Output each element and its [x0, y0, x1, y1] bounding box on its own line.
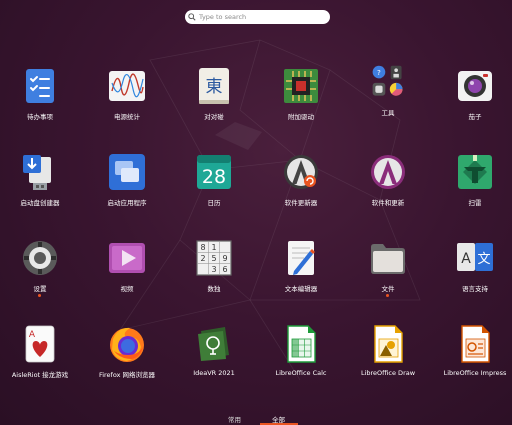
- app-label: 附加驱动: [288, 113, 314, 121]
- app-label: 工具: [381, 109, 395, 117]
- search-input[interactable]: [199, 11, 319, 23]
- app-sudoku[interactable]: 8 1 2 5 9 3 6 数独: [171, 239, 257, 309]
- running-indicator: [38, 294, 41, 297]
- tab-frequent[interactable]: 常用: [228, 414, 241, 424]
- app-libreoffice-calc[interactable]: LibreOffice Calc: [258, 325, 344, 395]
- app-todo[interactable]: 待办事项: [0, 67, 83, 137]
- sudoku-cell: 3: [211, 265, 216, 274]
- app-firefox[interactable]: Firefox 网络浏览器: [84, 325, 170, 395]
- sudoku-cell: 9: [222, 254, 227, 263]
- view-switcher: 常用 全部: [0, 412, 512, 425]
- app-label: Firefox 网络浏览器: [98, 371, 156, 379]
- power-chart-icon: [109, 71, 145, 101]
- app-label: LibreOffice Draw: [360, 369, 416, 377]
- translate-icon: A 文: [457, 243, 493, 271]
- windows-stack-icon: [109, 154, 145, 190]
- app-cheese[interactable]: 茄子: [432, 67, 512, 137]
- app-folder-tools[interactable]: ? 工具: [345, 63, 431, 133]
- sudoku-cell: 6: [222, 265, 227, 274]
- software-properties-icon: [371, 155, 405, 189]
- chip-icon: [284, 69, 318, 103]
- app-label: 茄子: [468, 113, 482, 121]
- sudoku-cell: 2: [200, 254, 205, 263]
- libreoffice-impress-icon: [461, 325, 490, 363]
- app-label: 对对碰: [204, 113, 224, 121]
- app-label: 日历: [207, 199, 221, 207]
- software-updater-icon: [284, 155, 318, 189]
- app-software-properties[interactable]: 软件和更新: [345, 153, 431, 223]
- text-editor-icon: [288, 241, 315, 275]
- ideavr-icon: [198, 327, 229, 361]
- app-label: 待办事项: [27, 113, 53, 121]
- app-language-support[interactable]: A 文 语言支持: [432, 239, 512, 309]
- app-label: 文本编辑器: [284, 285, 318, 293]
- usb-drive-icon: [23, 155, 51, 190]
- sudoku-grid-icon: 8 1 2 5 9 3 6: [196, 240, 232, 276]
- app-label: 数独: [207, 285, 221, 293]
- app-startup-disk-creator[interactable]: 启动盘创建器: [0, 153, 83, 223]
- libreoffice-draw-icon: [374, 325, 403, 363]
- app-settings[interactable]: 设置: [0, 239, 83, 309]
- app-additional-drivers[interactable]: 附加驱动: [258, 67, 344, 137]
- app-files[interactable]: 文件: [345, 239, 431, 309]
- app-label: 电源统计: [114, 113, 140, 121]
- app-libreoffice-impress[interactable]: LibreOffice Impress: [432, 325, 512, 395]
- app-label: IdeaVR 2021: [193, 369, 235, 377]
- calendar-icon: 28: [197, 155, 231, 189]
- app-text-editor[interactable]: 文本编辑器: [258, 239, 344, 309]
- webcam-icon: [458, 71, 492, 101]
- app-label: 启动应用程序: [107, 199, 147, 207]
- firefox-icon: [110, 327, 144, 362]
- app-label: 软件更新器: [284, 199, 318, 207]
- sudoku-cell: 5: [211, 254, 216, 263]
- cjk-glyph: 文: [477, 252, 490, 267]
- playing-card-icon: A: [25, 325, 55, 363]
- app-label: 启动盘创建器: [20, 199, 60, 207]
- gear-icon: [23, 241, 57, 275]
- folder-icon: [371, 244, 405, 274]
- app-label: LibreOffice Impress: [443, 369, 507, 377]
- minesweeper-icon: [458, 155, 492, 189]
- app-startup-applications[interactable]: 启动应用程序: [84, 153, 170, 223]
- app-power-statistics[interactable]: 电源统计: [84, 67, 170, 137]
- calendar-day: 28: [202, 166, 226, 188]
- libreoffice-calc-icon: [287, 325, 316, 363]
- app-label: 视频: [120, 285, 134, 293]
- search-bar[interactable]: [185, 10, 330, 24]
- sudoku-cell: 1: [211, 243, 216, 252]
- sudoku-cell: 8: [200, 243, 205, 252]
- latin-glyph: A: [461, 251, 471, 267]
- app-software-updater[interactable]: 软件更新器: [258, 153, 344, 223]
- app-label: AisleRiot 接龙游戏: [11, 371, 69, 379]
- app-label: 软件和更新: [371, 199, 405, 207]
- svg-text:?: ?: [377, 68, 381, 77]
- app-ideavr[interactable]: IdeaVR 2021: [171, 325, 257, 395]
- todo-icon: [26, 69, 54, 103]
- card-rank: A: [29, 330, 36, 340]
- app-label: 扫雷: [468, 199, 482, 207]
- tools-folder-icon: ?: [372, 65, 403, 96]
- mahjong-glyph: 東: [206, 77, 223, 97]
- app-calendar[interactable]: 28 日历: [171, 153, 257, 223]
- app-videos[interactable]: 视频: [84, 239, 170, 309]
- app-mahjongg[interactable]: 東 对对碰: [171, 67, 257, 137]
- video-play-icon: [109, 243, 145, 273]
- app-label: 语言支持: [462, 285, 488, 293]
- running-indicator: [386, 294, 389, 297]
- app-aisleriot[interactable]: A AisleRiot 接龙游戏: [0, 325, 83, 395]
- app-libreoffice-draw[interactable]: LibreOffice Draw: [345, 325, 431, 395]
- app-minesweeper[interactable]: 扫雷: [432, 153, 512, 223]
- search-icon: [185, 10, 199, 24]
- app-label: LibreOffice Calc: [275, 369, 327, 377]
- app-label: 设置: [33, 285, 47, 293]
- mahjong-tile-icon: 東: [199, 68, 229, 104]
- app-label: 文件: [381, 285, 395, 293]
